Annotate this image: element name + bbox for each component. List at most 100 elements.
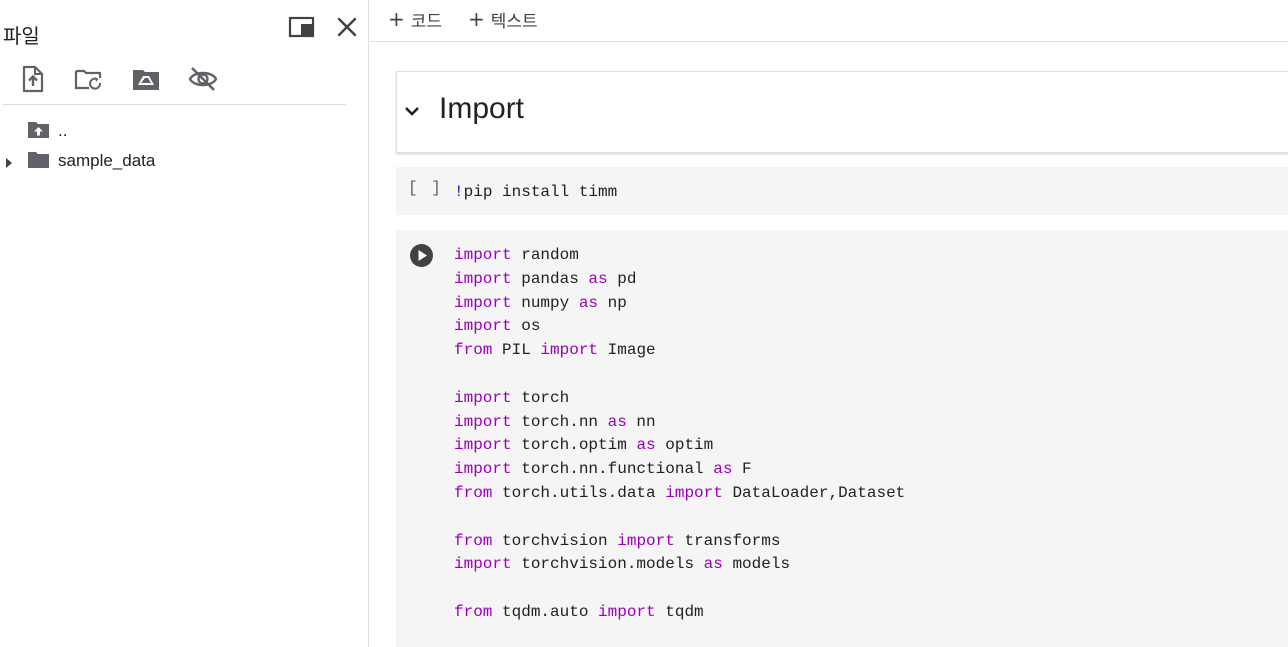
code-keyword: as bbox=[607, 412, 627, 431]
chevron-down-icon[interactable] bbox=[403, 102, 421, 120]
tree-item-label: sample_data bbox=[58, 151, 156, 170]
code-line: import torch.optim as optim bbox=[454, 434, 905, 458]
code-keyword: import bbox=[454, 388, 512, 407]
code-editor[interactable]: !pip install timm bbox=[454, 181, 617, 205]
code-keyword: import bbox=[454, 436, 512, 455]
tree-item-label: .. bbox=[58, 121, 68, 140]
run-cell-button[interactable] bbox=[409, 243, 434, 268]
upload-file-button[interactable] bbox=[18, 64, 48, 94]
text-cell-section[interactable]: Import bbox=[396, 71, 1288, 153]
code-token: ! bbox=[454, 183, 464, 201]
code-line: !pip install timm bbox=[454, 181, 617, 205]
code-keyword: from bbox=[454, 602, 493, 621]
code-line: import torchvision.models as models bbox=[454, 553, 905, 577]
code-keyword: import bbox=[454, 317, 512, 336]
code-keyword: as bbox=[636, 436, 656, 455]
code-line: from torch.utils.data import DataLoader,… bbox=[454, 482, 905, 506]
code-token: pandas bbox=[511, 269, 589, 288]
add-code-label: 코드 bbox=[410, 11, 443, 32]
code-keyword: from bbox=[454, 483, 493, 502]
code-token: torch.optim bbox=[511, 436, 637, 455]
code-editor[interactable]: import random import pandas as pd import n… bbox=[454, 244, 905, 625]
code-token: torchvision.models bbox=[511, 555, 704, 574]
code-keyword: from bbox=[454, 341, 493, 360]
add-text-label: 텍스트 bbox=[490, 11, 538, 32]
code-token: numpy bbox=[511, 293, 579, 312]
plus-icon: + bbox=[388, 7, 405, 31]
caret-right-icon[interactable] bbox=[4, 155, 14, 168]
code-token: np bbox=[598, 293, 627, 312]
code-token: pip install timm bbox=[463, 183, 618, 201]
code-line: from PIL import Image bbox=[454, 339, 905, 363]
code-token: torch.utils.data bbox=[492, 483, 666, 502]
notebook-toolbar: + 코드 + 텍스트 bbox=[370, 0, 1288, 42]
code-token: torch bbox=[511, 388, 570, 407]
code-token: nn bbox=[626, 412, 656, 431]
code-line: from torchvision import transforms bbox=[454, 530, 905, 554]
add-text-button[interactable]: + 텍스트 bbox=[468, 6, 538, 32]
code-keyword: import bbox=[617, 531, 675, 550]
open-in-tab-icon[interactable] bbox=[288, 15, 316, 39]
code-keyword: import bbox=[454, 293, 512, 312]
divider bbox=[3, 104, 346, 105]
refresh-folder-button[interactable] bbox=[74, 64, 104, 94]
folder-up-icon bbox=[27, 120, 51, 140]
notebook-main: + 코드 + 텍스트 Import [ ] !pip install timm … bbox=[370, 0, 1288, 647]
execution-count: [ ] bbox=[408, 179, 443, 197]
plus-icon: + bbox=[468, 7, 485, 31]
code-cell[interactable]: import random import pandas as pd import n… bbox=[396, 230, 1288, 647]
drive-icon bbox=[133, 70, 159, 90]
add-code-button[interactable]: + 코드 bbox=[388, 6, 442, 32]
mount-drive-button[interactable] bbox=[131, 64, 161, 94]
code-token: torch.nn bbox=[511, 412, 608, 431]
code-line: import torch.nn.functional as F bbox=[454, 458, 905, 482]
code-keyword: import bbox=[540, 341, 599, 360]
code-line: import torch.nn as nn bbox=[454, 411, 905, 435]
code-token: models bbox=[722, 555, 791, 574]
code-token: DataLoader,Dataset bbox=[722, 483, 906, 502]
tree-item-parent-folder[interactable]: .. bbox=[0, 117, 360, 143]
code-keyword: as bbox=[713, 460, 733, 479]
eye-off-icon bbox=[188, 67, 218, 91]
code-line: import pandas as pd bbox=[454, 268, 905, 292]
code-keyword: import bbox=[665, 483, 723, 502]
close-icon[interactable] bbox=[334, 14, 360, 40]
code-token: transforms bbox=[674, 531, 781, 550]
code-cell[interactable]: [ ] !pip install timm bbox=[396, 167, 1288, 215]
code-keyword: import bbox=[454, 246, 512, 264]
code-keyword: from bbox=[454, 531, 493, 550]
code-token: optim bbox=[655, 436, 714, 455]
code-token: torch.nn.functional bbox=[511, 460, 714, 479]
folder-icon bbox=[27, 150, 51, 170]
code-keyword: import bbox=[454, 412, 512, 431]
code-line: import torch bbox=[454, 387, 905, 411]
code-line: import os bbox=[454, 315, 905, 339]
code-keyword: import bbox=[454, 460, 512, 479]
code-token: Image bbox=[598, 341, 656, 360]
code-line: import numpy as np bbox=[454, 292, 905, 316]
code-token: PIL bbox=[492, 341, 541, 360]
code-token: torchvision bbox=[492, 531, 618, 550]
code-keyword: import bbox=[598, 602, 656, 621]
play-icon bbox=[410, 244, 433, 267]
file-browser-panel: 파일 .. sample_data bbox=[0, 0, 369, 647]
section-heading: Import bbox=[439, 92, 525, 125]
code-token: os bbox=[511, 317, 541, 336]
code-keyword: import bbox=[454, 269, 512, 288]
panel-title: 파일 bbox=[3, 24, 40, 48]
code-line: from tqdm.auto import tqdm bbox=[454, 601, 905, 625]
toggle-hidden-files-button[interactable] bbox=[188, 64, 218, 94]
code-keyword: as bbox=[578, 293, 599, 312]
code-keyword: import bbox=[454, 555, 512, 574]
tree-item-sample-data[interactable]: sample_data bbox=[0, 147, 360, 173]
code-keyword: as bbox=[703, 555, 723, 574]
code-token: tqdm.auto bbox=[492, 602, 599, 621]
code-token: F bbox=[732, 460, 752, 479]
code-keyword: as bbox=[588, 269, 608, 288]
code-token: random bbox=[511, 246, 579, 264]
folder-refresh-icon bbox=[74, 69, 102, 90]
code-token: pd bbox=[607, 269, 637, 288]
